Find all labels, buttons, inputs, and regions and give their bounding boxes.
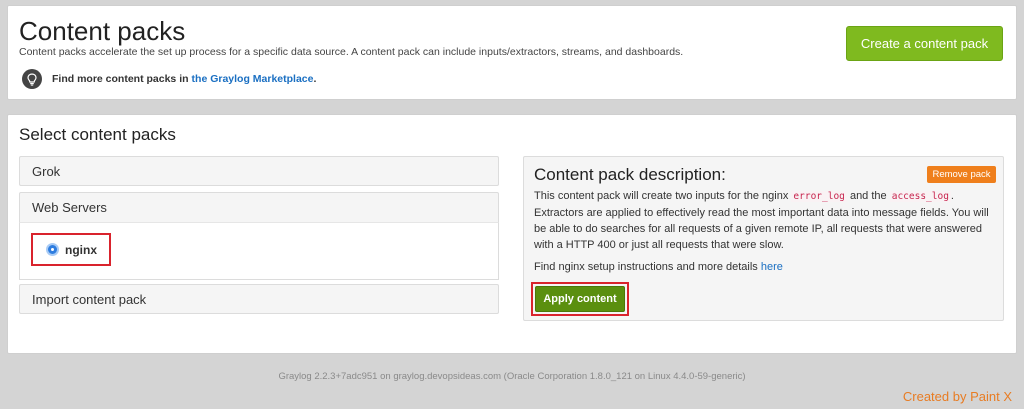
web-servers-pack-list: nginx: [19, 222, 499, 280]
setup-instructions: Find nginx setup instructions and more d…: [534, 261, 783, 273]
hint-text: Find more content packs in: [52, 73, 189, 85]
category-import-content-pack[interactable]: Import content pack: [19, 284, 499, 314]
category-grok[interactable]: Grok: [19, 156, 499, 186]
description-title: Content pack description:: [534, 165, 726, 184]
hint-suffix: .: [313, 73, 317, 85]
lightbulb-icon: [22, 69, 42, 89]
create-content-pack-button[interactable]: Create a content pack: [846, 26, 1003, 61]
code-access-log: access_log: [889, 191, 951, 202]
pack-label: nginx: [65, 242, 97, 257]
select-content-packs-panel: Select content packs Grok Web Servers ng…: [7, 114, 1017, 354]
watermark: Created by Paint X: [902, 389, 1012, 404]
radio-selected-icon[interactable]: [46, 243, 59, 256]
apply-content-button[interactable]: Apply content: [535, 286, 625, 312]
category-web-servers[interactable]: Web Servers: [19, 192, 499, 222]
section-title: Select content packs: [19, 125, 176, 144]
content-pack-description: Content pack description: Remove pack Th…: [523, 156, 1004, 321]
pack-option-nginx[interactable]: nginx: [31, 233, 111, 266]
remove-pack-button[interactable]: Remove pack: [927, 166, 996, 183]
marketplace-hint: Find more content packs in the Graylog M…: [22, 69, 316, 89]
footer-version: Graylog 2.2.3+7adc951 on graylog.devopsi…: [278, 371, 746, 382]
code-error-log: error_log: [791, 191, 847, 202]
apply-highlight-box: Apply content: [531, 282, 629, 316]
page-title: Content packs: [19, 16, 186, 46]
page-description: Content packs accelerate the set up proc…: [19, 46, 684, 58]
header-panel: Content packs Content packs accelerate t…: [7, 5, 1017, 100]
description-text: This content pack will create two inputs…: [534, 190, 989, 251]
setup-here-link[interactable]: here: [761, 261, 783, 273]
marketplace-link[interactable]: the Graylog Marketplace: [192, 73, 314, 85]
